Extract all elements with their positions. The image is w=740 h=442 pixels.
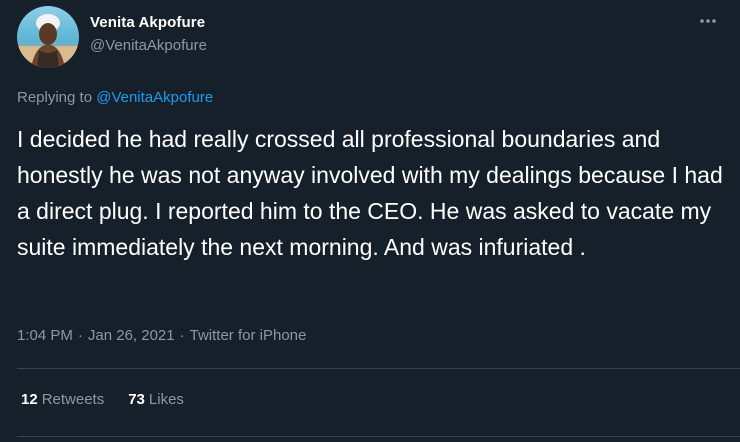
likes-stat[interactable]: 73 Likes: [128, 390, 184, 410]
divider: [17, 436, 740, 437]
tweet-source[interactable]: Twitter for iPhone: [190, 327, 307, 344]
more-dots-icon: [700, 19, 716, 23]
replying-to: Replying to @VenitaAkpofure: [17, 88, 213, 108]
reply-mention-link[interactable]: @VenitaAkpofure: [96, 89, 213, 106]
retweets-label: Retweets: [41, 391, 105, 408]
tweet-card: Venita Akpofure @VenitaAkpofure Replying…: [0, 0, 740, 442]
retweets-stat[interactable]: 12 Retweets: [21, 390, 104, 410]
likes-label: Likes: [148, 391, 184, 408]
tweet-stats: 12 Retweets 73 Likes: [21, 390, 208, 410]
meta-separator: ·: [77, 327, 83, 344]
likes-count: 73: [128, 391, 145, 408]
more-button[interactable]: [695, 11, 721, 31]
meta-separator: ·: [179, 327, 185, 344]
divider: [17, 368, 740, 369]
user-handle[interactable]: @VenitaAkpofure: [90, 36, 207, 56]
tweet-date[interactable]: Jan 26, 2021: [88, 327, 175, 344]
replying-to-label: Replying to: [17, 89, 93, 106]
avatar-image: [17, 6, 79, 68]
display-name[interactable]: Venita Akpofure: [90, 13, 207, 33]
tweet-time[interactable]: 1:04 PM: [17, 327, 73, 344]
avatar[interactable]: [17, 6, 79, 68]
tweet-meta: 1:04 PM · Jan 26, 2021 · Twitter for iPhone: [17, 326, 306, 346]
retweets-count: 12: [21, 391, 38, 408]
author-names: Venita Akpofure @VenitaAkpofure: [90, 13, 207, 56]
tweet-text: I decided he had really crossed all prof…: [17, 126, 723, 260]
tweet-header: Venita Akpofure @VenitaAkpofure: [16, 6, 724, 68]
